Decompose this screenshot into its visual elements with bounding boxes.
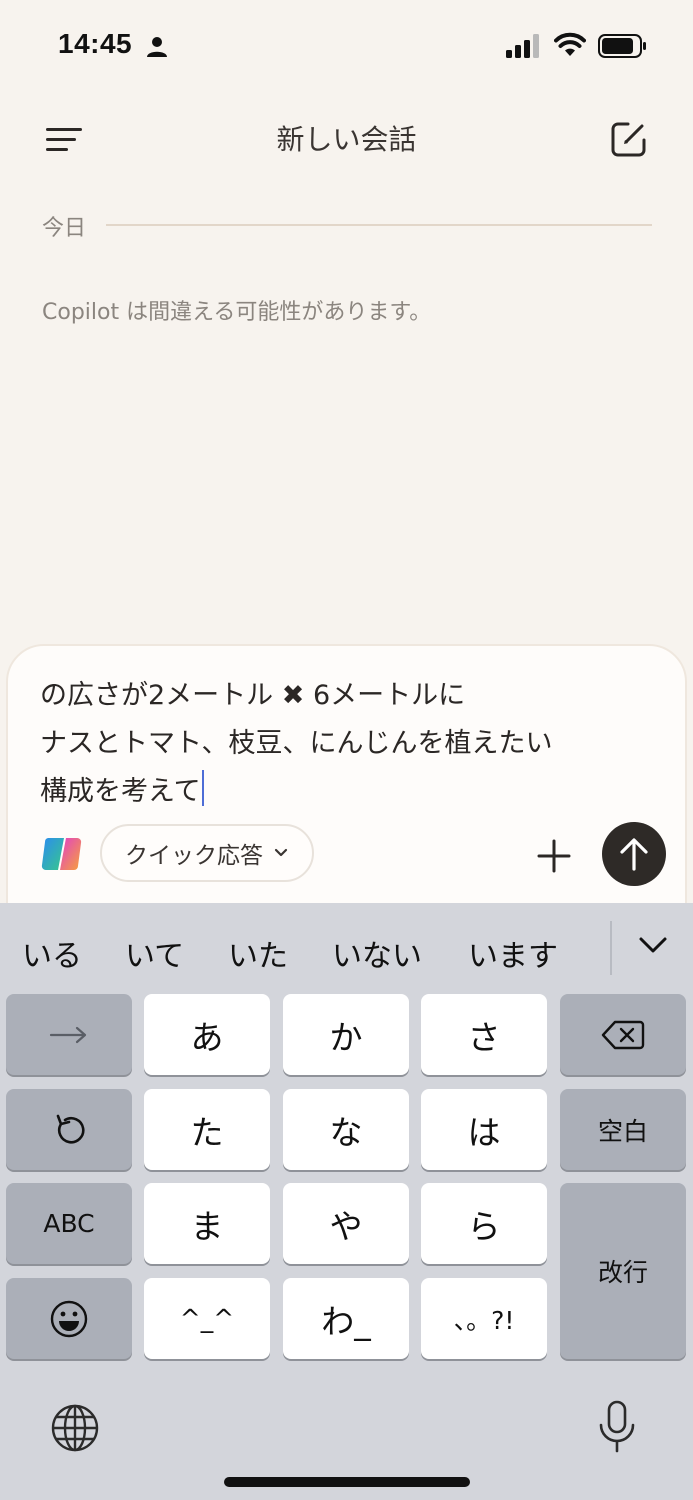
key-a[interactable]: あ (144, 994, 270, 1075)
wifi-icon (554, 32, 586, 56)
key-ra[interactable]: ら (421, 1183, 547, 1264)
return-key[interactable]: 改行 (560, 1183, 686, 1359)
battery-icon (598, 34, 646, 58)
globe-icon[interactable] (50, 1403, 100, 1453)
key-na[interactable]: な (283, 1089, 409, 1170)
person-icon (147, 37, 167, 57)
response-mode-select[interactable]: クイック応答 (100, 824, 314, 882)
response-mode-label: クイック応答 (125, 843, 263, 869)
suggestion-bar: いる いて いた いない います (0, 903, 693, 991)
add-attachment-plus-icon[interactable] (536, 838, 572, 874)
suggestion-divider (610, 921, 612, 975)
disclaimer-text: Copilot は間違える可能性があります。 (42, 300, 432, 325)
status-bar: 14:45 (0, 0, 693, 92)
key-ma[interactable]: ま (144, 1183, 270, 1264)
app-header: 新しい会話 (0, 100, 693, 180)
key-sa[interactable]: さ (421, 994, 547, 1075)
message-line-1: の広さが2メートル ✖︎ 6メートルに (40, 680, 466, 711)
cellular-signal-icon (506, 34, 539, 58)
arrow-right-icon (49, 1026, 87, 1043)
divider-line (106, 224, 652, 226)
undo-key[interactable] (6, 1089, 132, 1170)
emoji-smile-icon (50, 1300, 88, 1337)
return-key-label: 改行 (597, 1258, 648, 1287)
key-ta[interactable]: た (144, 1089, 270, 1170)
suggestion-item[interactable]: いる (22, 931, 82, 975)
copilot-logo-icon (41, 837, 82, 871)
suggestion-item[interactable]: いた (228, 931, 288, 975)
key-emoticon[interactable]: ^_^ (144, 1278, 270, 1359)
key-ya[interactable]: や (283, 1183, 409, 1264)
key-ka[interactable]: か (283, 994, 409, 1075)
status-time: 14:45 (58, 28, 133, 59)
key-emoticon-label: ^_^ (179, 1304, 235, 1333)
suggestion-item[interactable]: いない (332, 931, 422, 975)
abc-key-label: ABC (43, 1209, 95, 1238)
delete-key[interactable] (560, 994, 686, 1075)
send-button[interactable] (602, 822, 666, 886)
message-line-2: ナスとトマト、枝豆、にんじんを植えたい (40, 728, 553, 759)
home-indicator (224, 1477, 470, 1487)
key-ha[interactable]: は (421, 1089, 547, 1170)
message-input[interactable]: の広さが2メートル ✖︎ 6メートルに ナスとトマト、枝豆、にんじんを植えたい … (40, 672, 660, 816)
message-line-3-wrap: 構成を考えて (40, 768, 660, 816)
backspace-icon (601, 1020, 645, 1049)
text-caret (201, 770, 204, 806)
date-label: 今日 (42, 216, 87, 241)
new-chat-compose-icon[interactable] (610, 120, 648, 158)
microphone-icon[interactable] (596, 1399, 638, 1455)
key-wa[interactable]: わ_ (283, 1278, 409, 1359)
key-punctuation[interactable]: 、。?! (421, 1278, 547, 1359)
space-key-label: 空白 (597, 1116, 648, 1146)
undo-icon (56, 1114, 85, 1144)
chevron-down-icon (274, 848, 288, 857)
message-line-3: 構成を考えて (40, 776, 201, 807)
emoji-key[interactable] (6, 1278, 132, 1359)
arrow-up-icon (620, 838, 648, 871)
space-key[interactable]: 空白 (560, 1089, 686, 1170)
message-composer[interactable]: の広さが2メートル ✖︎ 6メートルに ナスとトマト、枝豆、にんじんを植えたい … (6, 644, 687, 944)
chevron-down-icon[interactable] (638, 933, 668, 957)
japanese-keyboard: いる いて いた いない います あ か さ た な は 空白 ABC ま や … (0, 903, 693, 1500)
page-title: 新しい会話 (276, 123, 417, 156)
key-punctuation-label: 、。?! (453, 1305, 515, 1335)
abc-key[interactable]: ABC (6, 1183, 132, 1264)
cursor-right-key[interactable] (6, 994, 132, 1075)
suggestion-item[interactable]: います (468, 931, 558, 975)
suggestion-item[interactable]: いて (125, 931, 184, 975)
date-divider: 今日 (42, 208, 652, 242)
